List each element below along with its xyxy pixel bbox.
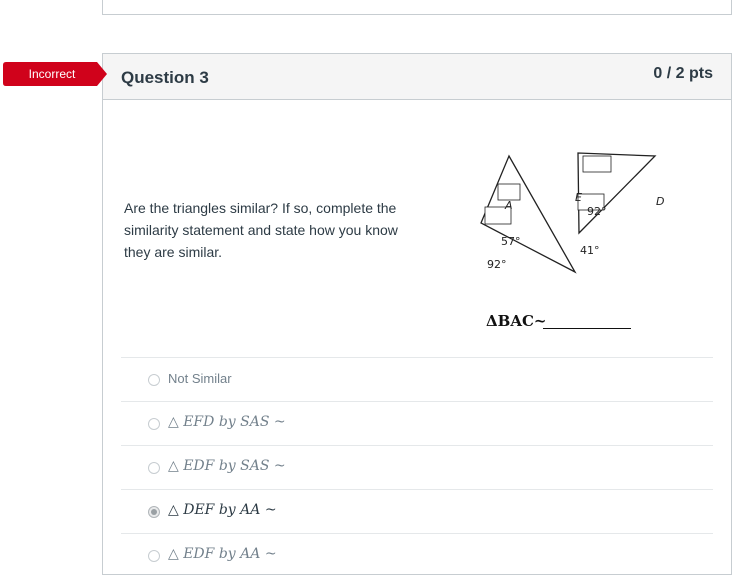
radio-button-selected[interactable] <box>148 506 160 518</box>
answer-label: △ DEF by AA ~ <box>168 502 277 518</box>
incorrect-flag: Incorrect <box>3 62 107 86</box>
answer-option[interactable]: Not Similar <box>121 357 713 401</box>
angle-label: 92° <box>587 205 607 218</box>
question-card: Question 3 0 / 2 pts Are the triangles s… <box>102 53 732 575</box>
answer-option[interactable]: △ EFD by SAS ~ <box>121 401 713 445</box>
question-header: Question 3 0 / 2 pts <box>103 54 731 100</box>
angle-label: 92° <box>487 258 507 271</box>
incorrect-label: Incorrect <box>28 67 76 81</box>
answer-option[interactable]: △ EDF by SAS ~ <box>121 445 713 489</box>
answer-option[interactable]: △ EDF by AA ~ <box>121 533 713 577</box>
answer-list: Not Similar △ EFD by SAS ~ △ EDF by SAS … <box>121 357 713 577</box>
radio-button[interactable] <box>148 374 160 386</box>
question-points: 0 / 2 pts <box>653 65 713 82</box>
angle-label: 57° <box>501 235 521 248</box>
similarity-statement: ΔBAC~ <box>486 312 547 330</box>
vertex-label: D <box>656 195 664 208</box>
vertex-label: A <box>504 199 513 212</box>
radio-button[interactable] <box>148 462 160 474</box>
answer-label: Not Similar <box>168 371 232 386</box>
similarity-blank <box>543 328 631 329</box>
triangles-figure: A B C E D F 57° 92° 92° 41° <box>475 152 664 284</box>
answer-label: △ EDF by AA ~ <box>168 546 277 562</box>
answer-label: △ EFD by SAS ~ <box>168 414 286 430</box>
answer-label: △ EDF by SAS ~ <box>168 458 286 474</box>
answer-option[interactable]: △ DEF by AA ~ <box>121 489 713 533</box>
question-text: Are the triangles similar? If so, comple… <box>124 200 398 260</box>
radio-button[interactable] <box>148 418 160 430</box>
question-title: Question 3 <box>121 68 209 87</box>
previous-question-box <box>102 0 732 15</box>
radio-button[interactable] <box>148 550 160 562</box>
angle-label: 41° <box>580 244 600 257</box>
vertex-label: B <box>475 282 483 284</box>
vertex-label: E <box>575 191 582 204</box>
